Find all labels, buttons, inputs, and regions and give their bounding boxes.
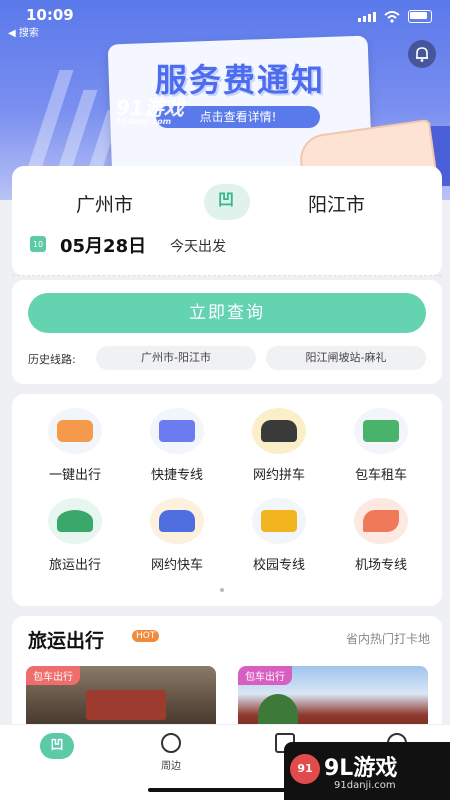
watermark-logo: 91游戏 91danji.com [116, 96, 184, 126]
home-icon: 凹 [40, 733, 74, 759]
nearby-icon [161, 733, 181, 753]
status-bar: 10:09 ◀ 搜索 [0, 0, 450, 40]
page-indicator [220, 588, 224, 592]
building-image [86, 690, 166, 720]
swap-icon: 凹 [217, 190, 234, 209]
route-card: 广州市 凹 阳江市 10 05月28日 今天出发 [12, 166, 442, 276]
travel-date[interactable]: 05月28日 [60, 232, 146, 258]
nav-home[interactable]: 凹 [22, 733, 92, 759]
service-carpool[interactable]: 网约拼车 [236, 408, 322, 488]
travel-tag: 包车出行 [238, 666, 292, 685]
watermark-url: 91danji.com [334, 780, 396, 791]
service-charter[interactable]: 包车租车 [338, 408, 424, 488]
travel-section: 旅运出行 HOT 省内热门打卡地 包车出行 包车出行 [12, 616, 442, 736]
express-car-icon [159, 510, 195, 532]
to-city[interactable]: 阳江市 [308, 190, 365, 217]
service-school-line[interactable]: 校园专线 [236, 498, 322, 578]
airplane-icon [363, 510, 399, 532]
from-city[interactable]: 广州市 [76, 190, 133, 217]
travel-tag: 包车出行 [26, 666, 80, 685]
history-route-chip[interactable]: 广州市-阳江市 [96, 346, 256, 370]
watermark-brand: 9L游戏 [324, 756, 398, 781]
calendar-icon: 10 [30, 236, 46, 252]
service-express-line[interactable]: 快捷专线 [134, 408, 220, 488]
map-icon [57, 420, 93, 442]
service-airport-line[interactable]: 机场专线 [338, 498, 424, 578]
section-subtitle[interactable]: 省内热门打卡地 [346, 630, 430, 647]
service-grid: 一键出行 快捷专线 网约拼车 包车租车 旅运出行 网约快车 校园专线 机场专线 [12, 394, 442, 606]
service-express-car[interactable]: 网约快车 [134, 498, 220, 578]
watermark-logo-icon: 91 [290, 754, 320, 784]
palm-tree-icon [57, 510, 93, 532]
history-route-chip[interactable]: 阳江闸坡站-麻礼 [266, 346, 426, 370]
hot-badge: HOT [132, 630, 160, 642]
battery-icon [408, 10, 432, 23]
query-card: 立即查询 历史线路: 广州市-阳江市 阳江闸坡站-麻礼 [12, 280, 442, 384]
search-now-button[interactable]: 立即查询 [28, 293, 426, 333]
notification-bell-icon[interactable] [408, 40, 436, 68]
history-label: 历史线路: [28, 353, 76, 366]
wifi-icon [384, 10, 400, 23]
depart-hint: 今天出发 [170, 239, 226, 255]
charter-bus-icon [363, 420, 399, 442]
carpool-icon [261, 420, 297, 442]
home-indicator [148, 788, 302, 792]
school-bus-icon [261, 510, 297, 532]
nav-nearby[interactable]: 周边 [136, 733, 206, 772]
swap-cities-button[interactable]: 凹 [204, 184, 250, 220]
status-time: 10:09 [26, 6, 74, 24]
bus-icon [159, 420, 195, 442]
service-tour-travel[interactable]: 旅运出行 [32, 498, 118, 578]
section-title: 旅运出行 [28, 630, 105, 652]
service-one-click-travel[interactable]: 一键出行 [32, 408, 118, 488]
divider [12, 275, 442, 276]
back-to-search[interactable]: ◀ 搜索 [8, 24, 39, 39]
site-watermark: 91 9L游戏 91danji.com [284, 742, 450, 800]
signal-icon [358, 11, 376, 22]
